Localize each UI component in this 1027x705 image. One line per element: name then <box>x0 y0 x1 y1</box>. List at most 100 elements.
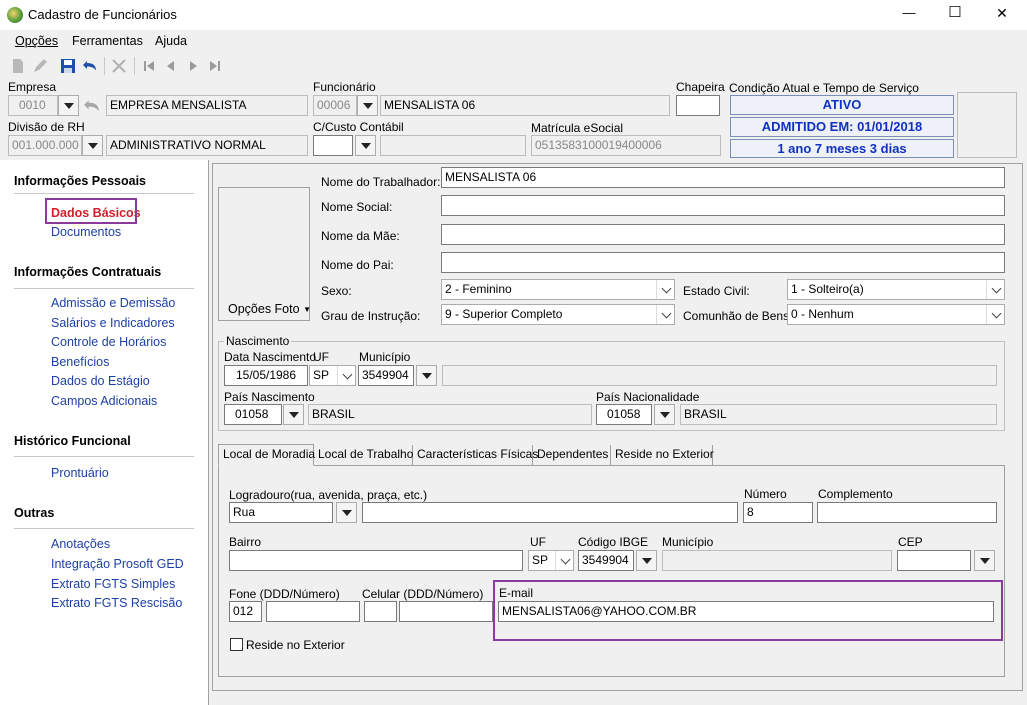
grau-instrucao-select[interactable]: 9 - Superior Completo <box>441 304 675 325</box>
last-record-icon[interactable] <box>207 58 223 74</box>
menu-ferramentas[interactable]: Ferramentas <box>72 34 143 48</box>
nome-trabalhador-input[interactable]: MENSALISTA 06 <box>441 167 1005 188</box>
sidebar-item[interactable]: Dados do Estágio <box>51 374 150 388</box>
photo-thumbnail <box>957 92 1017 158</box>
logradouro-tipo-input[interactable]: Rua <box>229 502 333 523</box>
moradia-municipio-field <box>662 550 892 571</box>
first-record-icon[interactable] <box>141 58 157 74</box>
codigo-ibge-input[interactable]: 3549904 <box>578 550 634 571</box>
sidebar-item[interactable]: Documentos <box>51 225 121 239</box>
nascimento-group-label: Nascimento <box>224 334 292 348</box>
sidebar-item[interactable]: Prontuário <box>51 466 109 480</box>
numero-input[interactable]: 8 <box>743 502 813 523</box>
nome-mae-input[interactable] <box>441 224 1005 245</box>
sidebar-item[interactable]: Anotações <box>51 537 110 551</box>
sidebar-item[interactable]: Extrato FGTS Rescisão <box>51 596 182 610</box>
fone-ddd-input[interactable]: 012 <box>229 601 262 622</box>
nasc-municipio-dropdown-button[interactable] <box>416 365 437 386</box>
next-record-icon[interactable] <box>185 58 201 74</box>
empresa-dropdown-button[interactable] <box>58 95 79 116</box>
bairro-input[interactable] <box>229 550 523 571</box>
estado-civil-select[interactable]: 1 - Solteiro(a) <box>787 279 1005 300</box>
celular-numero-input[interactable] <box>399 601 493 622</box>
nasc-uf-value: SP <box>313 368 330 382</box>
complemento-input[interactable] <box>817 502 997 523</box>
logradouro-tipo-dropdown-button[interactable] <box>336 502 357 523</box>
sidebar-section-title: Outras <box>14 506 55 520</box>
codigo-ibge-dropdown-button[interactable] <box>636 550 657 571</box>
nasc-municipio-code-input[interactable]: 3549904 <box>358 365 414 386</box>
pais-nascimento-dropdown-button[interactable] <box>283 404 304 425</box>
fone-label: Fone (DDD/Número) <box>229 587 340 601</box>
sexo-label: Sexo: <box>321 284 352 298</box>
pais-nascimento-code-input[interactable]: 01058 <box>224 404 282 425</box>
sidebar-item[interactable]: Benefícios <box>51 355 109 369</box>
sidebar-item[interactable]: Campos Adicionais <box>51 394 157 408</box>
bairro-label: Bairro <box>229 535 262 549</box>
moradia-uf-select[interactable]: SP <box>528 550 574 571</box>
celular-ddd-input[interactable] <box>364 601 397 622</box>
menu-opcoes[interactable]: Opções <box>15 34 58 48</box>
window-title: Cadastro de Funcionários <box>28 7 177 22</box>
sidebar-item[interactable]: Extrato FGTS Simples <box>51 577 175 591</box>
ccusto-name-field <box>380 135 526 156</box>
foto-options-button[interactable]: Opções Foto ▼ <box>228 302 311 316</box>
undo-icon[interactable] <box>82 58 98 74</box>
tab-1[interactable]: Local de Trabalho <box>314 445 413 465</box>
status-admitido-badge: ADMITIDO EM: 01/01/2018 <box>730 117 954 137</box>
codigo-ibge-label: Código IBGE <box>578 535 649 549</box>
divisao-code-field[interactable]: 001.000.000 <box>8 135 82 156</box>
minimize-button[interactable]: — <box>897 5 921 20</box>
sidebar-item[interactable]: Integração Prosoft GED <box>51 557 184 571</box>
funcionario-code-field[interactable]: 00006 <box>313 95 357 116</box>
nome-pai-label: Nome do Pai: <box>321 258 394 272</box>
nasc-uf-select[interactable]: SP <box>309 365 356 386</box>
email-input[interactable]: MENSALISTA06@YAHOO.COM.BR <box>498 601 994 622</box>
cep-dropdown-button[interactable] <box>974 550 995 571</box>
nome-pai-input[interactable] <box>441 252 1005 273</box>
sidebar-section-divider <box>14 456 194 457</box>
toolbar-separator <box>104 57 105 75</box>
tab-2[interactable]: Características Físicas <box>413 445 538 465</box>
tab-3[interactable]: Dependentes <box>533 445 611 465</box>
funcionario-label: Funcionário <box>313 80 376 94</box>
sidebar-item[interactable]: Controle de Horários <box>51 335 166 349</box>
empresa-code-field[interactable]: 0010 <box>8 95 58 116</box>
funcionario-name-field: MENSALISTA 06 <box>380 95 670 116</box>
sidebar-item[interactable]: Salários e Indicadores <box>51 316 175 330</box>
new-document-icon[interactable] <box>10 58 26 74</box>
reside-exterior-checkbox[interactable] <box>230 638 243 651</box>
reside-exterior-label: Reside no Exterior <box>246 638 345 652</box>
sexo-select[interactable]: 2 - Feminino <box>441 279 675 300</box>
title-bar: Cadastro de Funcionários — ☐ ✕ <box>0 0 1027 30</box>
chapeira-field[interactable] <box>676 95 720 116</box>
comunhao-bens-select[interactable]: 0 - Nenhum <box>787 304 1005 325</box>
funcionario-dropdown-button[interactable] <box>357 95 378 116</box>
pais-nacionalidade-dropdown-button[interactable] <box>654 404 675 425</box>
cep-input[interactable] <box>897 550 971 571</box>
chevron-down-icon <box>342 369 353 380</box>
fone-numero-input[interactable] <box>266 601 360 622</box>
sidebar-item[interactable]: Admissão e Demissão <box>51 296 175 310</box>
previous-record-icon[interactable] <box>163 58 179 74</box>
logradouro-label: Logradouro(rua, avenida, praça, etc.) <box>229 488 428 502</box>
pais-nacionalidade-code-input[interactable]: 01058 <box>596 404 652 425</box>
nome-social-input[interactable] <box>441 195 1005 216</box>
menu-ajuda[interactable]: Ajuda <box>155 34 187 48</box>
tab-0[interactable]: Local de Moradia <box>218 444 315 466</box>
tab-4[interactable]: Reside no Exterior <box>611 445 714 465</box>
maximize-button[interactable]: ☐ <box>943 3 967 21</box>
edit-icon[interactable] <box>32 58 48 74</box>
delete-icon[interactable] <box>111 58 127 74</box>
refresh-icon[interactable] <box>83 97 101 115</box>
ccusto-field[interactable] <box>313 135 353 156</box>
pais-nacionalidade-label: País Nacionalidade <box>596 390 700 404</box>
divisao-dropdown-button[interactable] <box>82 135 103 156</box>
save-icon[interactable] <box>60 58 76 74</box>
ccusto-dropdown-button[interactable] <box>355 135 376 156</box>
empresa-label: Empresa <box>8 80 57 94</box>
logradouro-input[interactable] <box>362 502 738 523</box>
data-nascimento-input[interactable]: 15/05/1986 <box>224 365 308 386</box>
nome-mae-label: Nome da Mãe: <box>321 229 400 243</box>
close-button[interactable]: ✕ <box>990 5 1014 22</box>
